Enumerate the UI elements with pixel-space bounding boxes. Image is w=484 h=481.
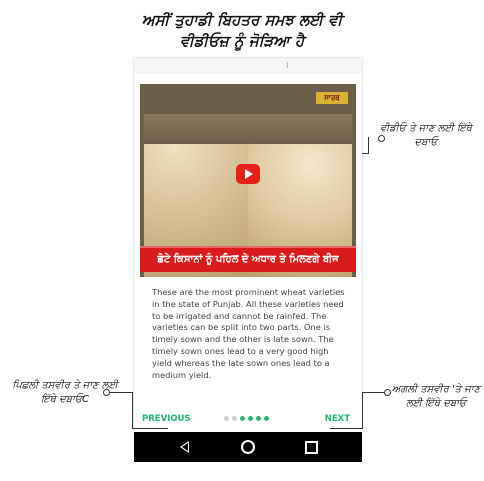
video-player[interactable]: ਸਾਰਥ ਛੋਟੇ ਕਿਸਾਨਾਂ ਨੂੰ ਪਹਿਲ ਦੇ ਅਧਾਰ ਤੇ ਮਿ… (140, 84, 356, 277)
system-nav-bar (134, 432, 362, 462)
leader-dot-previous (103, 389, 110, 396)
title-line-1: ਅਸੀਂ ਤੁਹਾਡੀ ਬਿਹਤਰ ਸਮਝ ਲਈ ਵੀ (141, 11, 343, 29)
status-indicator-icon: ⁝ (286, 61, 289, 70)
page-dot (264, 416, 269, 421)
leader-line-previous (132, 392, 133, 428)
back-icon[interactable] (180, 441, 189, 453)
page-dot (224, 416, 229, 421)
leader-line-previous (132, 428, 168, 429)
recent-apps-icon[interactable] (305, 441, 318, 454)
leader-line-next (362, 392, 386, 393)
page-title: ਅਸੀਂ ਤੁਹਾਡੀ ਬਿਹਤਰ ਸਮਝ ਲਈ ਵੀ ਵੀਡੀਓਜ਼ ਨੂੰ … (0, 10, 484, 52)
page-dot (232, 416, 237, 421)
page-dot (240, 416, 245, 421)
page-dot (256, 416, 261, 421)
description-text: These are the most prominent wheat varie… (152, 287, 345, 380)
pager-nav: PREVIOUS NEXT (140, 407, 356, 433)
leader-line-previous (108, 392, 132, 393)
page-indicator (224, 416, 269, 421)
title-line-2: ਵੀਡੀਓਜ਼ ਨੂੰ ਜੋੜਿਆ ਹੈ (179, 32, 305, 50)
leader-dot-next (384, 389, 391, 396)
channel-logo: ਸਾਰਥ (316, 92, 348, 104)
next-button[interactable]: NEXT (325, 414, 350, 424)
leader-line-next (362, 392, 363, 428)
play-icon[interactable] (236, 164, 260, 184)
annotation-video: ਵੀਡੀਓ ਤੇ ਜਾਣ ਲਈ ਇੱਥੇ ਦਬਾਓ (379, 123, 473, 148)
previous-button[interactable]: PREVIOUS (142, 414, 191, 424)
leader-dot-video (378, 135, 385, 142)
phone-screen: ⁝ ਸਾਰਥ ਛੋਟੇ ਕਿਸਾਨਾਂ ਨੂੰ ਪਹਿਲ ਦੇ ਅਧਾਰ ਤੇ … (134, 58, 362, 433)
video-banner: ਛੋਟੇ ਕਿਸਾਨਾਂ ਨੂੰ ਪਹਿਲ ਦੇ ਅਧਾਰ ਤੇ ਮਿਲਣਗੇ … (140, 246, 356, 272)
page-dot (248, 416, 253, 421)
annotation-next: ਅਗਲੀ ਤਸਵੀਰ 'ਤੇ ਜਾਣ ਲਈ ਇੱਥੇ ਦਬਾਓ (391, 384, 481, 409)
home-icon[interactable] (241, 440, 255, 454)
leader-line-video (362, 153, 369, 154)
leader-line-video (368, 137, 369, 153)
leader-line-next (330, 428, 363, 429)
status-bar: ⁝ (134, 58, 362, 74)
